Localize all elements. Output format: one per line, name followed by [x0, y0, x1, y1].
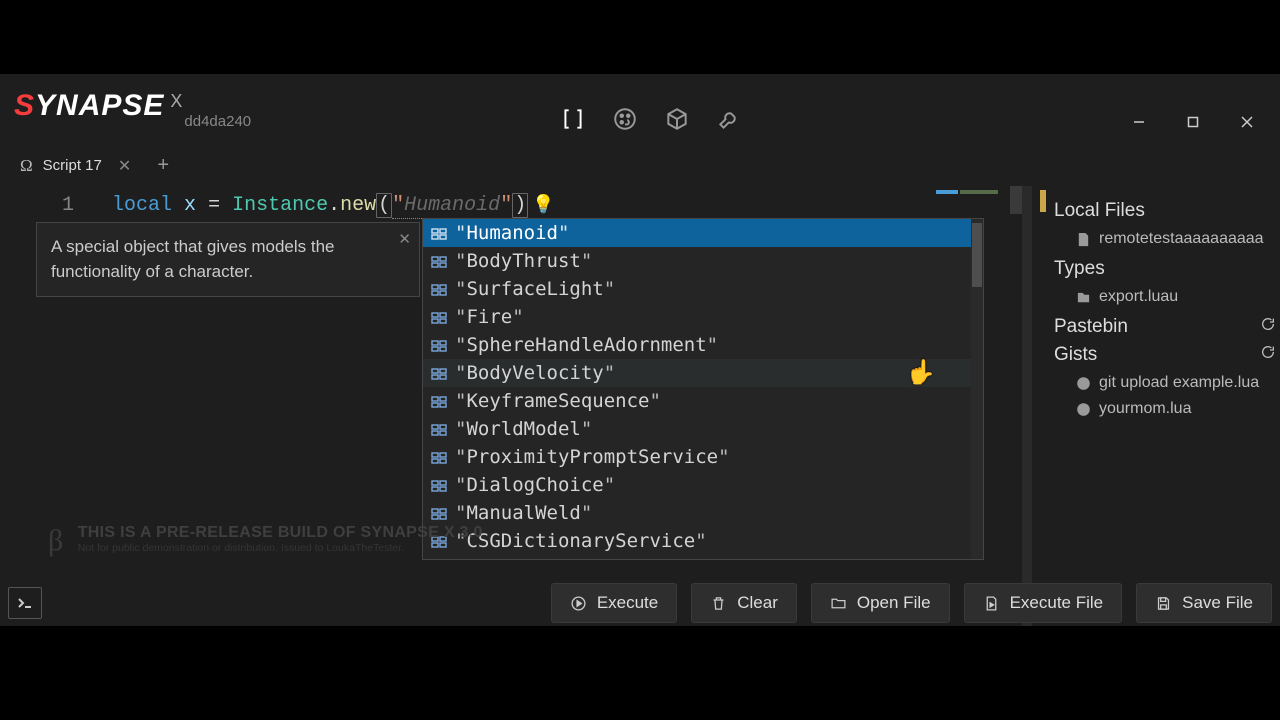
enum-icon — [431, 477, 447, 493]
brand-x: X — [170, 91, 182, 112]
tab-close-icon[interactable]: ✕ — [118, 156, 131, 176]
gist-item[interactable]: git upload example.lua — [1054, 370, 1276, 396]
titlebar: SYNAPSE X dd4da240 — [0, 74, 1280, 144]
enum-icon — [431, 393, 447, 409]
suggest-item[interactable]: BodyThrust — [423, 247, 983, 275]
execute-button[interactable]: Execute — [551, 583, 677, 623]
beta-icon: β — [48, 524, 63, 558]
suggest-scrollbar[interactable] — [971, 219, 983, 559]
brackets-icon[interactable] — [560, 106, 586, 137]
save-file-button[interactable]: Save File — [1136, 583, 1272, 623]
minimize-button[interactable] — [1112, 104, 1166, 140]
brand: SYNAPSE X dd4da240 — [14, 89, 251, 130]
clear-button[interactable]: Clear — [691, 583, 797, 623]
open-paren: ( — [376, 193, 392, 218]
top-toolbar — [560, 106, 742, 137]
brand-rest: YNAPSE — [35, 89, 164, 122]
suggest-item[interactable]: SurfaceLight — [423, 275, 983, 303]
code-line: local x = Instance.new("Humanoid")💡 — [112, 194, 555, 217]
line-number: 1 — [0, 194, 92, 217]
enum-icon — [431, 281, 447, 297]
palette-icon[interactable] — [612, 106, 638, 137]
enum-icon — [431, 337, 447, 353]
lightbulb-icon[interactable]: 💡 — [532, 194, 554, 216]
close-paren: ) — [512, 193, 528, 218]
tab-omega-icon: Ω — [20, 156, 33, 176]
brand-s: S — [14, 89, 35, 122]
file-item[interactable]: remotetestaaaaaaaaaa — [1054, 226, 1276, 252]
bottom-toolbar: Execute Clear Open File Execute File Sav… — [0, 580, 1280, 626]
minimap[interactable] — [934, 186, 1026, 210]
sidebar-gists-header[interactable]: Gists — [1054, 344, 1276, 366]
suggest-item[interactable]: Fire — [423, 303, 983, 331]
enum-icon — [431, 253, 447, 269]
enum-icon — [431, 365, 447, 381]
execute-file-button[interactable]: Execute File — [964, 583, 1123, 623]
tab-label: Script 17 — [43, 157, 102, 174]
suggest-item[interactable]: KeyframeSequence — [423, 387, 983, 415]
open-file-button[interactable]: Open File — [811, 583, 950, 623]
hover-tooltip: A special object that gives models the f… — [36, 222, 420, 297]
watermark-line1: THIS IS A PRE-RELEASE BUILD OF SYNAPSE X… — [78, 524, 483, 542]
sidebar-local-header[interactable]: Local Files — [1054, 200, 1276, 222]
file-item[interactable]: export.luau — [1054, 284, 1276, 310]
suggest-item[interactable]: WorldModel — [423, 415, 983, 443]
enum-icon — [431, 449, 447, 465]
new-tab-button[interactable]: + — [145, 154, 181, 177]
suggest-item[interactable]: Humanoid — [423, 219, 983, 247]
suggest-item[interactable]: CSGDictionaryService — [423, 527, 983, 555]
tab-script-17[interactable]: Ω Script 17 ✕ — [6, 144, 145, 186]
editor-scrollbar[interactable] — [1022, 186, 1032, 626]
suggest-item[interactable]: BodyVelocity — [423, 359, 983, 387]
sidebar-pastebin-header[interactable]: Pastebin — [1054, 316, 1276, 338]
cube-icon[interactable] — [664, 106, 690, 137]
enum-icon — [431, 505, 447, 521]
autocomplete-popup[interactable]: HumanoidBodyThrustSurfaceLightFireSphere… — [422, 218, 984, 560]
window-controls — [1112, 104, 1274, 140]
sidebar: Local Files remotetestaaaaaaaaaa Types e… — [1048, 190, 1280, 580]
close-button[interactable] — [1220, 104, 1274, 140]
tooltip-text: A special object that gives models the f… — [51, 237, 335, 281]
enum-icon — [431, 225, 447, 241]
enum-icon — [431, 421, 447, 437]
gist-item[interactable]: yourmom.lua — [1054, 396, 1276, 422]
maximize-button[interactable] — [1166, 104, 1220, 140]
sidebar-types-header[interactable]: Types — [1054, 258, 1276, 280]
tabbar: Ω Script 17 ✕ + — [0, 144, 1280, 186]
app-window: SYNAPSE X dd4da240 Ω Script 17 ✕ + 1 loc… — [0, 74, 1280, 626]
console-button[interactable] — [8, 587, 42, 619]
suggest-item[interactable]: ProximityPromptService — [423, 443, 983, 471]
refresh-icon[interactable] — [1260, 316, 1276, 338]
watermark: β THIS IS A PRE-RELEASE BUILD OF SYNAPSE… — [48, 524, 483, 558]
refresh-icon[interactable] — [1260, 344, 1276, 366]
suggest-item[interactable]: DialogChoice — [423, 471, 983, 499]
suggest-item[interactable]: SphereHandleAdornment — [423, 331, 983, 359]
suggest-item[interactable]: ManualWeld — [423, 499, 983, 527]
enum-icon — [431, 309, 447, 325]
build-hash: dd4da240 — [184, 113, 251, 130]
tooltip-close-icon[interactable]: ✕ — [398, 229, 411, 251]
watermark-line2: Not for public demonstration or distribu… — [78, 542, 483, 554]
wrench-icon[interactable] — [716, 106, 742, 137]
